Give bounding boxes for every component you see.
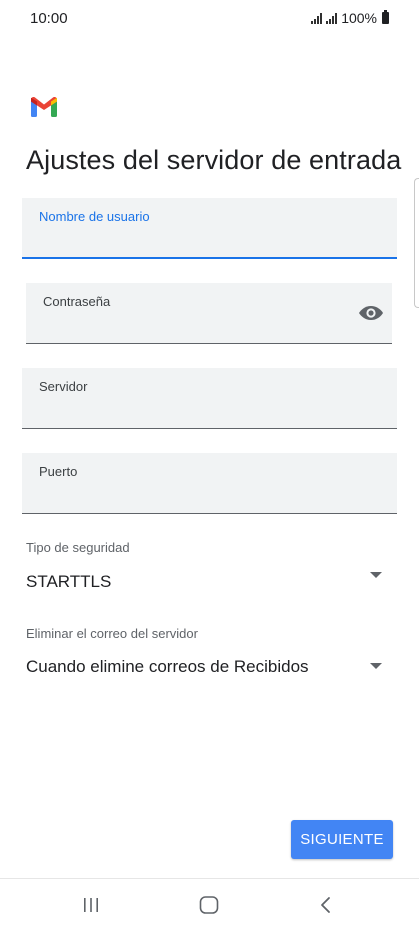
battery-percent: 100% <box>341 10 377 26</box>
gmail-icon <box>31 97 57 117</box>
status-icons: 100% <box>311 10 389 26</box>
port-field[interactable]: Puerto <box>22 453 397 514</box>
status-bar: 10:00 100% <box>0 0 419 38</box>
scroll-indicator[interactable] <box>414 178 419 308</box>
status-time: 10:00 <box>30 10 68 27</box>
password-label: Contraseña <box>43 294 111 309</box>
home-icon[interactable] <box>187 891 231 919</box>
username-field[interactable]: Nombre de usuario <box>22 198 397 259</box>
battery-icon <box>382 10 389 24</box>
server-label: Servidor <box>39 379 88 394</box>
password-input[interactable] <box>42 315 342 337</box>
security-type-chevron-down-icon[interactable] <box>370 572 382 578</box>
delete-from-server-chevron-down-icon[interactable] <box>370 663 382 669</box>
recents-icon[interactable] <box>69 891 113 919</box>
signal-icon <box>326 12 338 24</box>
port-label: Puerto <box>39 464 78 479</box>
page-title: Ajustes del servidor de entrada <box>26 145 402 175</box>
delete-from-server-value[interactable]: Cuando elimine correos de Recibidos <box>26 657 309 677</box>
eye-icon[interactable] <box>358 303 384 323</box>
password-field[interactable]: Contraseña <box>26 283 392 344</box>
navigation-bar <box>0 878 419 931</box>
next-button[interactable]: SIGUIENTE <box>291 820 393 859</box>
server-field[interactable]: Servidor <box>22 368 397 429</box>
username-label: Nombre de usuario <box>39 209 150 224</box>
back-icon[interactable] <box>304 891 348 919</box>
delete-from-server-label: Eliminar el correo del servidor <box>26 626 198 641</box>
screen: 10:00 100% Ajustes del servidor de entra… <box>0 0 419 931</box>
username-input[interactable] <box>38 229 347 251</box>
signal-icon <box>311 12 323 24</box>
port-input[interactable] <box>38 485 347 507</box>
security-type-label: Tipo de seguridad <box>26 540 130 555</box>
security-type-value[interactable]: STARTTLS <box>26 572 111 592</box>
server-input[interactable] <box>38 400 347 422</box>
